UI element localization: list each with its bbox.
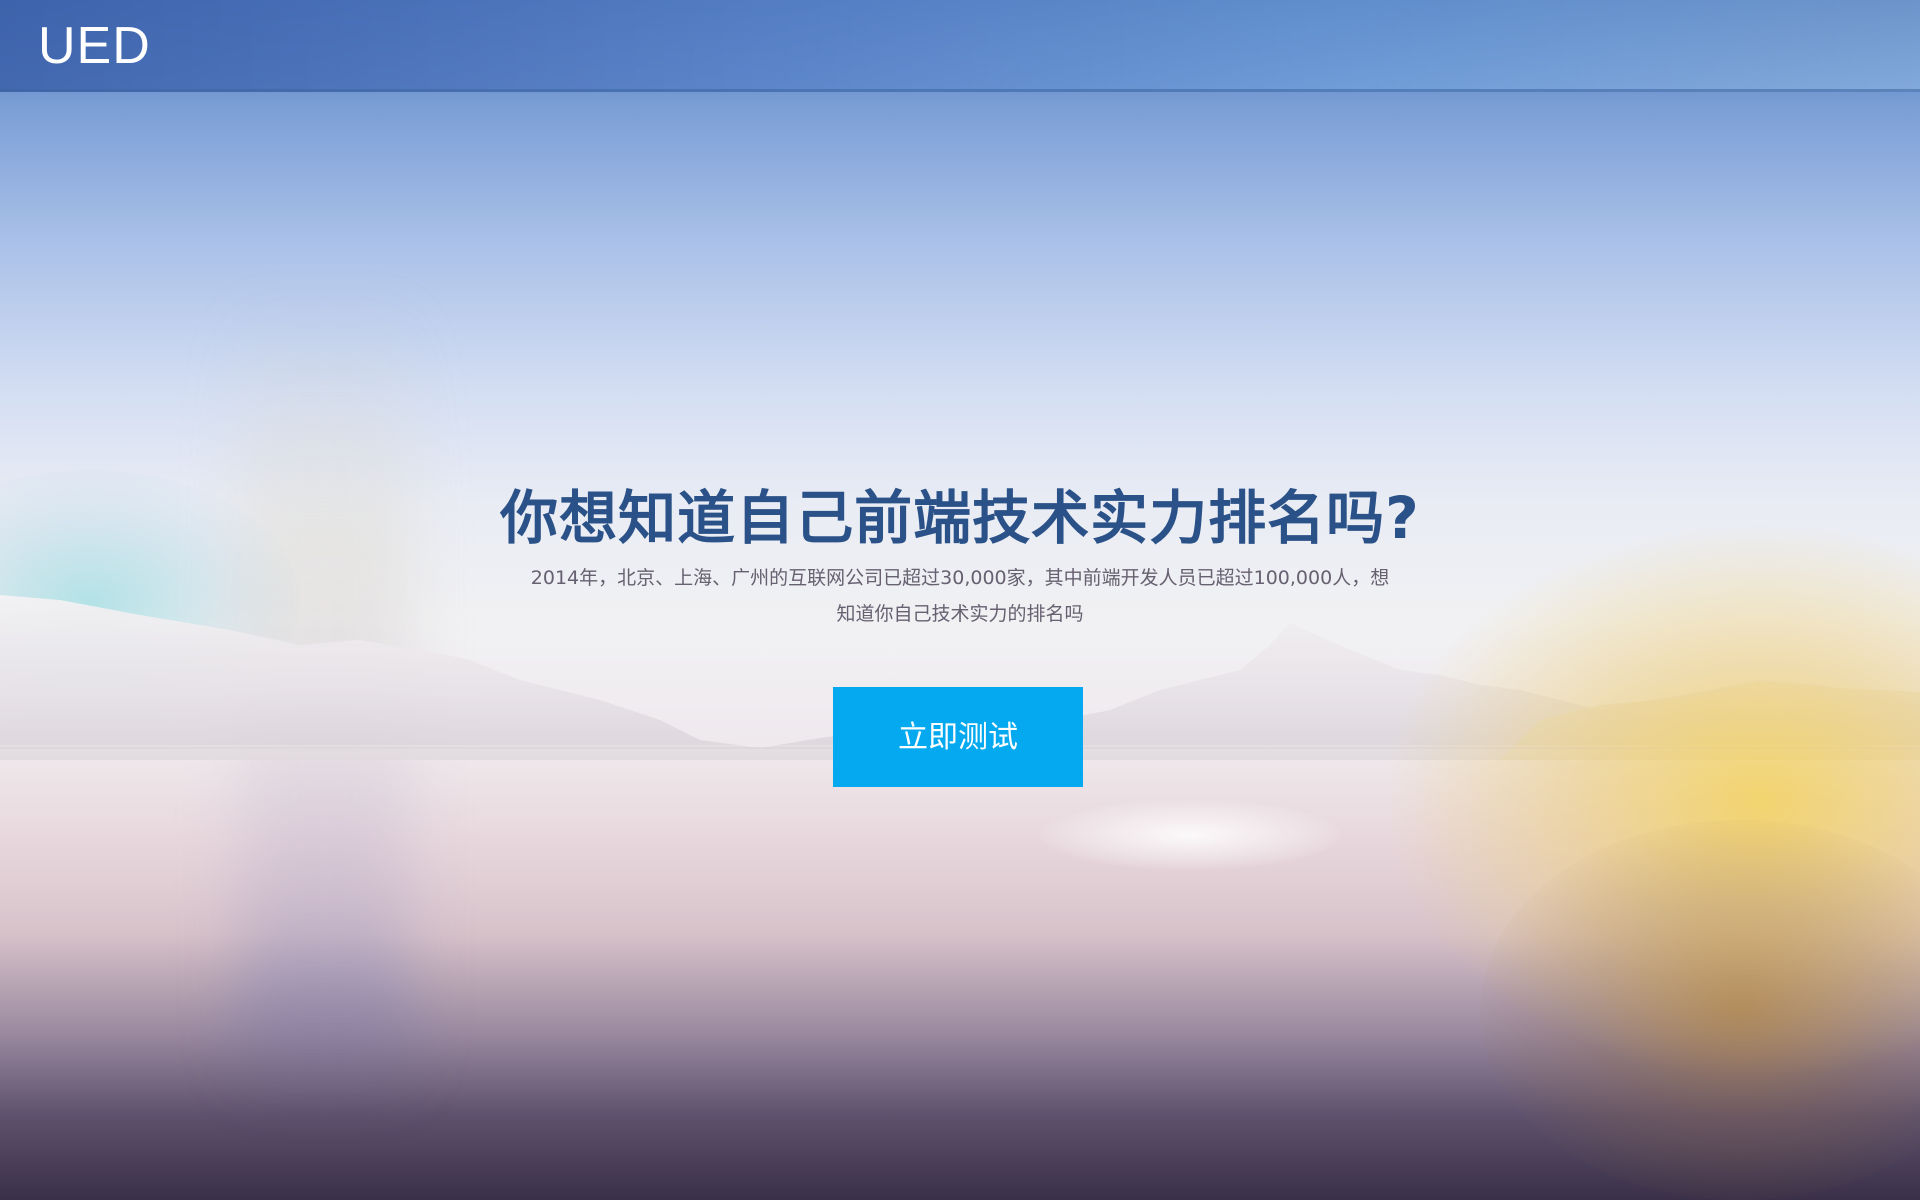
top-header: UED — [0, 0, 1920, 92]
hero-section: 你想知道自己前端技术实力排名吗? 2014年，北京、上海、广州的互联网公司已超过… — [0, 480, 1920, 632]
hero-title: 你想知道自己前端技术实力排名吗? — [500, 484, 1420, 552]
hero-description: 2014年，北京、上海、广州的互联网公司已超过30,000家，其中前端开发人员已… — [530, 567, 1390, 625]
cloud-reflection — [1040, 800, 1340, 870]
landing-page: UED 你想知道自己前端技术实力排名吗? 2014年，北京、上海、广州的互联网公… — [0, 0, 1920, 1200]
start-test-button[interactable]: 立即测试 — [833, 687, 1083, 787]
site-logo[interactable]: UED — [38, 20, 151, 72]
